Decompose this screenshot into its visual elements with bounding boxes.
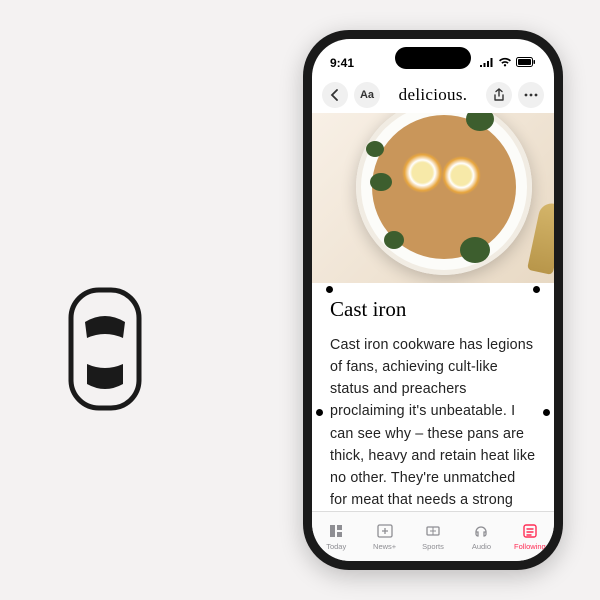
tab-label: Today bbox=[326, 542, 346, 551]
dynamic-island bbox=[395, 47, 471, 69]
article-body[interactable]: Cast iron Cast iron cookware has legions… bbox=[312, 283, 554, 511]
tab-sports[interactable]: Sports bbox=[409, 512, 457, 561]
article-hero-image bbox=[312, 113, 554, 283]
status-time: 9:41 bbox=[330, 56, 354, 70]
publication-title: delicious. bbox=[386, 85, 480, 105]
screen: 9:41 Aa delicious. bbox=[312, 39, 554, 561]
more-button[interactable] bbox=[518, 82, 544, 108]
selection-handle[interactable] bbox=[316, 409, 323, 416]
audio-icon bbox=[473, 522, 489, 540]
tab-label: Audio bbox=[472, 542, 491, 551]
article-title: Cast iron bbox=[330, 297, 536, 322]
tab-label: Following bbox=[514, 542, 546, 551]
tab-today[interactable]: Today bbox=[312, 512, 360, 561]
news-plus-icon bbox=[377, 522, 393, 540]
selection-handle[interactable] bbox=[533, 286, 540, 293]
selection-handle[interactable] bbox=[326, 286, 333, 293]
sports-icon bbox=[425, 522, 441, 540]
tab-bar: Today News+ Sports Audio Following bbox=[312, 511, 554, 561]
signal-icon bbox=[480, 56, 494, 70]
share-button[interactable] bbox=[486, 82, 512, 108]
tab-audio[interactable]: Audio bbox=[457, 512, 505, 561]
text-size-button[interactable]: Aa bbox=[354, 82, 380, 108]
wifi-icon bbox=[498, 56, 512, 70]
back-button[interactable] bbox=[322, 82, 348, 108]
car-icon bbox=[65, 284, 145, 414]
selection-handle[interactable] bbox=[543, 409, 550, 416]
battery-icon bbox=[516, 56, 536, 70]
article-paragraph: Cast iron cookware has legions of fans, … bbox=[330, 334, 536, 511]
today-icon bbox=[328, 522, 344, 540]
following-icon bbox=[522, 522, 538, 540]
tab-following[interactable]: Following bbox=[506, 512, 554, 561]
nav-bar: Aa delicious. bbox=[312, 77, 554, 113]
phone-frame: 9:41 Aa delicious. bbox=[303, 30, 563, 570]
tab-news-plus[interactable]: News+ bbox=[360, 512, 408, 561]
tab-label: Sports bbox=[422, 542, 444, 551]
tab-label: News+ bbox=[373, 542, 396, 551]
